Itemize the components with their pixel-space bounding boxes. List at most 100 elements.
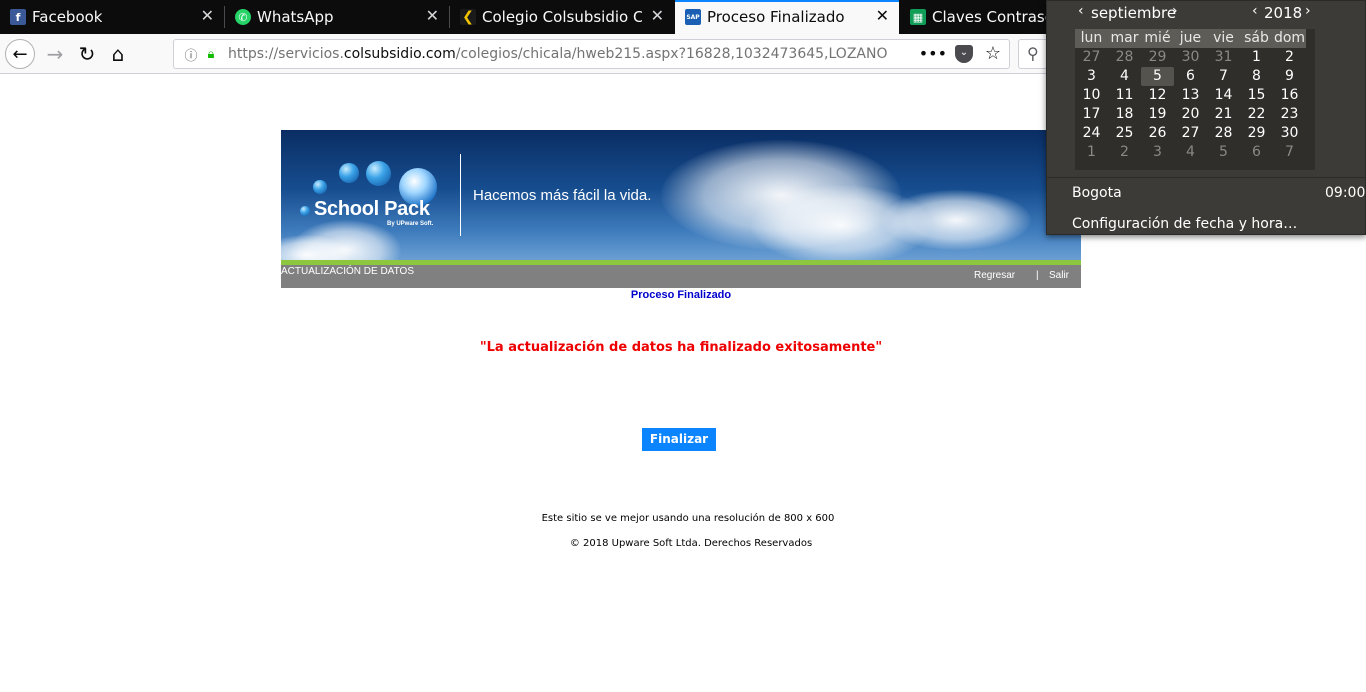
reload-icon[interactable]: ↻ <box>72 39 102 69</box>
calendar-day[interactable]: 2 <box>1273 48 1306 67</box>
back-arrow-icon[interactable]: ← <box>5 39 35 69</box>
school-pack-banner: School Pack By UPware Soft. Hacemos más … <box>281 130 1081 260</box>
calendar-day[interactable]: 11 <box>1108 86 1141 105</box>
calendar-day[interactable]: 20 <box>1174 105 1207 124</box>
lock-icon[interactable]: 🔒︎ <box>202 47 220 62</box>
calendar-day[interactable]: 6 <box>1240 143 1273 162</box>
tab-title: Facebook <box>32 8 103 26</box>
weekday-header: mar <box>1108 29 1141 48</box>
weekday-header: jue <box>1174 29 1207 48</box>
calendar-day[interactable]: 23 <box>1273 105 1306 124</box>
sheets-icon: ▦ <box>910 9 926 25</box>
tab-whatsapp[interactable]: ✆ WhatsApp ✕ <box>225 0 449 34</box>
calendar-day[interactable]: 5 <box>1207 143 1240 162</box>
calendar-day[interactable]: 29 <box>1141 48 1174 67</box>
next-month-icon[interactable]: › <box>1172 3 1178 19</box>
calendar-day[interactable]: 8 <box>1240 67 1273 86</box>
calendar-day[interactable]: 10 <box>1075 86 1108 105</box>
calendar-day[interactable]: 14 <box>1207 86 1240 105</box>
calendar-day[interactable]: 7 <box>1273 143 1306 162</box>
close-tab-icon[interactable]: ✕ <box>651 8 664 24</box>
calendar-year: 2018 <box>1264 4 1303 22</box>
url-bar[interactable]: ⓘ 🔒︎ https://servicios.colsubsidio.com/c… <box>173 39 1010 69</box>
calendar-day[interactable]: 15 <box>1240 86 1273 105</box>
forward-arrow-icon[interactable]: → <box>40 39 70 69</box>
info-icon[interactable]: ⓘ <box>182 45 200 64</box>
school-pack-logo: School Pack <box>314 198 430 220</box>
calendar-day[interactable]: 18 <box>1108 105 1141 124</box>
calendar-day[interactable]: 16 <box>1273 86 1306 105</box>
url-text[interactable]: https://servicios.colsubsidio.com/colegi… <box>228 46 888 62</box>
logo-bubble <box>366 161 391 186</box>
calendar-day[interactable]: 2 <box>1108 143 1141 162</box>
calendar-day[interactable]: 7 <box>1207 67 1240 86</box>
calendar-day[interactable]: 28 <box>1108 48 1141 67</box>
tab-title: Proceso Finalizado <box>707 8 845 26</box>
page-actions-icon[interactable]: ••• <box>919 44 947 63</box>
regresar-link[interactable]: Regresar <box>974 270 1015 281</box>
finalizar-button[interactable]: Finalizar <box>642 428 716 451</box>
home-icon[interactable]: ⌂ <box>103 39 133 69</box>
calendar-day[interactable]: 21 <box>1207 105 1240 124</box>
calendar-day[interactable]: 31 <box>1207 48 1240 67</box>
sap-icon: SAP <box>685 9 701 25</box>
calendar-day[interactable]: 22 <box>1240 105 1273 124</box>
calendar-location[interactable]: Bogota <box>1072 185 1122 201</box>
prev-year-icon[interactable]: ‹ <box>1252 3 1258 19</box>
bookmark-star-icon[interactable]: ☆ <box>985 43 1001 64</box>
calendar-day[interactable]: 5 <box>1141 67 1174 86</box>
calendar-day[interactable]: 4 <box>1174 143 1207 162</box>
section-bar: ACTUALIZACIÓN DE DATOS Regresar | Salir <box>281 265 1081 288</box>
calendar-day[interactable]: 30 <box>1174 48 1207 67</box>
calendar-day[interactable]: 19 <box>1141 105 1174 124</box>
date-time-settings-link[interactable]: Configuración de fecha y hora… <box>1072 216 1297 232</box>
banner-tagline: Hacemos más fácil la vida. <box>473 187 652 204</box>
tab-title: Colegio Colsubsidio Chi <box>482 8 642 26</box>
upware-tagline: By UPware Soft. <box>387 221 434 227</box>
tab-colegio[interactable]: ❮ Colegio Colsubsidio Chi ✕ <box>450 0 674 34</box>
calendar-day[interactable]: 27 <box>1075 48 1108 67</box>
success-message: "La actualización de datos ha finalizado… <box>479 340 883 355</box>
weekday-header: lun <box>1075 29 1108 48</box>
logo-bubble <box>300 206 310 216</box>
calendar-grid: lun mar mié jue vie sáb dom 27 28 29 30 31 1 2 3 4 5 6 7 8 9… <box>1075 29 1315 170</box>
calendar-day[interactable]: 17 <box>1075 105 1108 124</box>
close-tab-icon[interactable]: ✕ <box>426 8 439 24</box>
calendar-time: 09:00 <box>1325 185 1366 201</box>
calendar-day[interactable]: 28 <box>1207 124 1240 143</box>
page-title: Proceso Finalizado <box>630 289 732 301</box>
next-year-icon[interactable]: › <box>1305 3 1311 19</box>
banner-divider <box>460 154 461 236</box>
calendar-day[interactable]: 26 <box>1141 124 1174 143</box>
calendar-day[interactable]: 29 <box>1240 124 1273 143</box>
tab-title: WhatsApp <box>257 8 334 26</box>
tab-proceso-finalizado[interactable]: SAP Proceso Finalizado ✕ <box>675 0 899 34</box>
calendar-day[interactable]: 13 <box>1174 86 1207 105</box>
close-tab-icon[interactable]: ✕ <box>201 8 214 24</box>
copyright-note: © 2018 Upware Soft Ltda. Derechos Reserv… <box>569 538 813 549</box>
calendar-day[interactable]: 24 <box>1075 124 1108 143</box>
tab-facebook[interactable]: f Facebook ✕ <box>0 0 224 34</box>
weekday-header: dom <box>1273 29 1306 48</box>
tab-title: Claves Contraseñ <box>932 8 1064 26</box>
calendar-day[interactable]: 9 <box>1273 67 1306 86</box>
logo-bubble <box>339 163 359 183</box>
calendar-day[interactable]: 1 <box>1075 143 1108 162</box>
weekday-header: vie <box>1207 29 1240 48</box>
calendar-day[interactable]: 25 <box>1108 124 1141 143</box>
calendar-day[interactable]: 1 <box>1240 48 1273 67</box>
calendar-day[interactable]: 27 <box>1174 124 1207 143</box>
calendar-day[interactable]: 3 <box>1075 67 1108 86</box>
calendar-day[interactable]: 12 <box>1141 86 1174 105</box>
salir-link[interactable]: Salir <box>1049 270 1069 281</box>
pocket-icon[interactable]: ⌄ <box>955 45 973 63</box>
calendar-day[interactable]: 4 <box>1108 67 1141 86</box>
facebook-icon: f <box>10 9 26 25</box>
calendar-day[interactable]: 6 <box>1174 67 1207 86</box>
nav-separator: | <box>1036 270 1039 281</box>
prev-month-icon[interactable]: ‹ <box>1078 3 1084 19</box>
calendar-day[interactable]: 3 <box>1141 143 1174 162</box>
calendar-day[interactable]: 30 <box>1273 124 1306 143</box>
resolution-note: Este sitio se ve mejor usando una resolu… <box>541 513 835 524</box>
close-tab-icon[interactable]: ✕ <box>876 8 889 24</box>
